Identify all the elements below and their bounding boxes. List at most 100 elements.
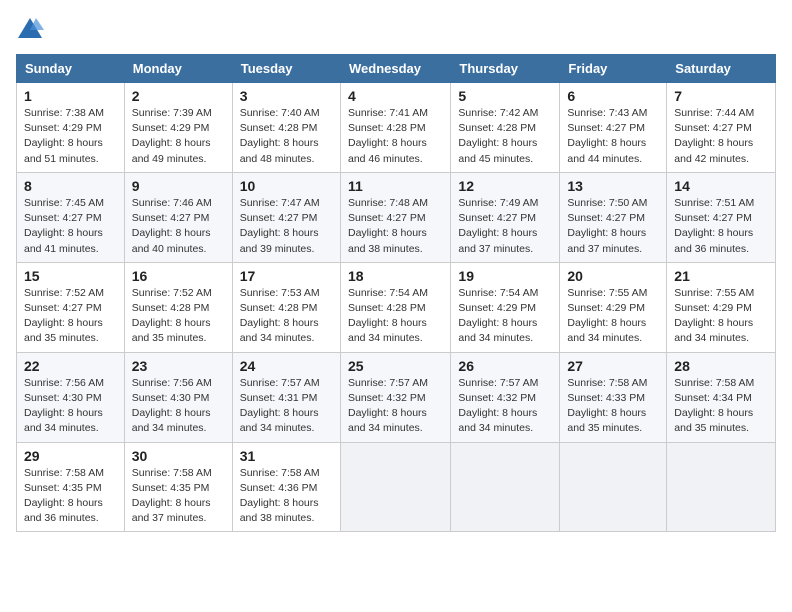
day-number: 7 (674, 88, 768, 104)
day-info: Sunrise: 7:39 AMSunset: 4:29 PMDaylight:… (132, 106, 225, 167)
day-info: Sunrise: 7:56 AMSunset: 4:30 PMDaylight:… (24, 376, 117, 437)
day-info: Sunrise: 7:53 AMSunset: 4:28 PMDaylight:… (240, 286, 333, 347)
weekday-header: Saturday (667, 55, 776, 83)
day-info: Sunrise: 7:55 AMSunset: 4:29 PMDaylight:… (567, 286, 659, 347)
calendar-cell: 7Sunrise: 7:44 AMSunset: 4:27 PMDaylight… (667, 83, 776, 173)
weekday-header: Monday (124, 55, 232, 83)
day-info: Sunrise: 7:50 AMSunset: 4:27 PMDaylight:… (567, 196, 659, 257)
calendar-cell: 18 Sunrise: 7:54 AMSunset: 4:28 PMDayligh… (340, 262, 450, 352)
calendar-cell: 13 Sunrise: 7:50 AMSunset: 4:27 PMDayligh… (560, 172, 667, 262)
weekday-header: Wednesday (340, 55, 450, 83)
calendar-cell (560, 442, 667, 532)
day-number: 11 (348, 178, 443, 194)
calendar-cell: 10 Sunrise: 7:47 AMSunset: 4:27 PMDayligh… (232, 172, 340, 262)
logo-icon (16, 16, 44, 44)
calendar-cell (451, 442, 560, 532)
calendar-cell: 12 Sunrise: 7:49 AMSunset: 4:27 PMDayligh… (451, 172, 560, 262)
day-info: Sunrise: 7:57 AMSunset: 4:32 PMDaylight:… (458, 376, 552, 437)
calendar-cell: 17Sunrise: 7:53 AMSunset: 4:28 PMDayligh… (232, 262, 340, 352)
calendar-cell: 9 Sunrise: 7:46 AMSunset: 4:27 PMDaylight… (124, 172, 232, 262)
calendar-cell: 29Sunrise: 7:58 AMSunset: 4:35 PMDayligh… (17, 442, 125, 532)
day-info: Sunrise: 7:42 AMSunset: 4:28 PMDaylight:… (458, 106, 552, 167)
day-number: 10 (240, 178, 333, 194)
day-number: 2 (132, 88, 225, 104)
calendar-cell: 22 Sunrise: 7:56 AMSunset: 4:30 PMDayligh… (17, 352, 125, 442)
day-info: Sunrise: 7:57 AMSunset: 4:31 PMDaylight:… (240, 376, 333, 437)
day-info: Sunrise: 7:58 AMSunset: 4:35 PMDaylight:… (132, 466, 225, 527)
day-info: Sunrise: 7:38 AMSunset: 4:29 PMDaylight:… (24, 106, 117, 167)
day-info: Sunrise: 7:52 AMSunset: 4:27 PMDaylight:… (24, 286, 117, 347)
calendar-cell: 19Sunrise: 7:54 AMSunset: 4:29 PMDayligh… (451, 262, 560, 352)
day-number: 21 (674, 268, 768, 284)
day-info: Sunrise: 7:41 AMSunset: 4:28 PMDaylight:… (348, 106, 443, 167)
calendar-cell: 2 Sunrise: 7:39 AMSunset: 4:29 PMDaylight… (124, 83, 232, 173)
calendar-cell: 4 Sunrise: 7:41 AMSunset: 4:28 PMDaylight… (340, 83, 450, 173)
calendar-header: SundayMondayTuesdayWednesdayThursdayFrid… (17, 55, 776, 83)
day-number: 31 (240, 448, 333, 464)
day-number: 26 (458, 358, 552, 374)
calendar-body: 1Sunrise: 7:38 AMSunset: 4:29 PMDaylight… (17, 83, 776, 532)
page-header (16, 16, 776, 44)
day-info: Sunrise: 7:51 AMSunset: 4:27 PMDaylight:… (674, 196, 768, 257)
logo (16, 16, 48, 44)
day-number: 5 (458, 88, 552, 104)
calendar-cell: 23 Sunrise: 7:56 AMSunset: 4:30 PMDayligh… (124, 352, 232, 442)
day-number: 25 (348, 358, 443, 374)
calendar-cell: 27Sunrise: 7:58 AMSunset: 4:33 PMDayligh… (560, 352, 667, 442)
calendar-cell: 31Sunrise: 7:58 AMSunset: 4:36 PMDayligh… (232, 442, 340, 532)
day-info: Sunrise: 7:46 AMSunset: 4:27 PMDaylight:… (132, 196, 225, 257)
day-number: 27 (567, 358, 659, 374)
calendar-week: 29 Sunrise: 7:58 AMSunset: 4:35 PMDayligh… (17, 442, 776, 532)
calendar-cell: 28 Sunrise: 7:58 AMSunset: 4:34 PMDayligh… (667, 352, 776, 442)
day-info: Sunrise: 7:57 AMSunset: 4:32 PMDaylight:… (348, 376, 443, 437)
day-number: 18 (348, 268, 443, 284)
calendar-week: 22 Sunrise: 7:56 AMSunset: 4:30 PMDayligh… (17, 352, 776, 442)
day-number: 12 (458, 178, 552, 194)
day-info: Sunrise: 7:40 AMSunset: 4:28 PMDaylight:… (240, 106, 333, 167)
calendar-cell: 20Sunrise: 7:55 AMSunset: 4:29 PMDayligh… (560, 262, 667, 352)
day-number: 8 (24, 178, 117, 194)
day-info: Sunrise: 7:56 AMSunset: 4:30 PMDaylight:… (132, 376, 225, 437)
calendar-cell: 6Sunrise: 7:43 AMSunset: 4:27 PMDaylight… (560, 83, 667, 173)
day-number: 13 (567, 178, 659, 194)
calendar-cell: 16Sunrise: 7:52 AMSunset: 4:28 PMDayligh… (124, 262, 232, 352)
day-info: Sunrise: 7:45 AMSunset: 4:27 PMDaylight:… (24, 196, 117, 257)
day-info: Sunrise: 7:49 AMSunset: 4:27 PMDaylight:… (458, 196, 552, 257)
day-number: 23 (132, 358, 225, 374)
day-info: Sunrise: 7:55 AMSunset: 4:29 PMDaylight:… (674, 286, 768, 347)
day-number: 22 (24, 358, 117, 374)
day-info: Sunrise: 7:58 AMSunset: 4:34 PMDaylight:… (674, 376, 768, 437)
day-number: 28 (674, 358, 768, 374)
day-number: 3 (240, 88, 333, 104)
day-number: 6 (567, 88, 659, 104)
calendar-cell: 8 Sunrise: 7:45 AMSunset: 4:27 PMDaylight… (17, 172, 125, 262)
day-info: Sunrise: 7:52 AMSunset: 4:28 PMDaylight:… (132, 286, 225, 347)
calendar-cell: 11 Sunrise: 7:48 AMSunset: 4:27 PMDayligh… (340, 172, 450, 262)
calendar-cell: 14 Sunrise: 7:51 AMSunset: 4:27 PMDayligh… (667, 172, 776, 262)
calendar-cell: 21 Sunrise: 7:55 AMSunset: 4:29 PMDayligh… (667, 262, 776, 352)
day-number: 19 (458, 268, 552, 284)
weekday-header: Tuesday (232, 55, 340, 83)
day-info: Sunrise: 7:47 AMSunset: 4:27 PMDaylight:… (240, 196, 333, 257)
weekday-header: Thursday (451, 55, 560, 83)
day-number: 29 (24, 448, 117, 464)
day-info: Sunrise: 7:48 AMSunset: 4:27 PMDaylight:… (348, 196, 443, 257)
calendar-cell: 30 Sunrise: 7:58 AMSunset: 4:35 PMDayligh… (124, 442, 232, 532)
calendar-cell: 26 Sunrise: 7:57 AMSunset: 4:32 PMDayligh… (451, 352, 560, 442)
calendar-cell: 25 Sunrise: 7:57 AMSunset: 4:32 PMDayligh… (340, 352, 450, 442)
day-info: Sunrise: 7:54 AMSunset: 4:28 PMDaylight:… (348, 286, 443, 347)
calendar-cell: 1Sunrise: 7:38 AMSunset: 4:29 PMDaylight… (17, 83, 125, 173)
calendar-cell (667, 442, 776, 532)
calendar-cell (340, 442, 450, 532)
calendar-week: 1Sunrise: 7:38 AMSunset: 4:29 PMDaylight… (17, 83, 776, 173)
day-number: 14 (674, 178, 768, 194)
day-number: 15 (24, 268, 117, 284)
calendar-week: 15 Sunrise: 7:52 AMSunset: 4:27 PMDayligh… (17, 262, 776, 352)
calendar-cell: 5 Sunrise: 7:42 AMSunset: 4:28 PMDaylight… (451, 83, 560, 173)
weekday-header: Friday (560, 55, 667, 83)
calendar-cell: 24Sunrise: 7:57 AMSunset: 4:31 PMDayligh… (232, 352, 340, 442)
calendar-cell: 15 Sunrise: 7:52 AMSunset: 4:27 PMDayligh… (17, 262, 125, 352)
day-number: 9 (132, 178, 225, 194)
day-number: 4 (348, 88, 443, 104)
day-number: 30 (132, 448, 225, 464)
